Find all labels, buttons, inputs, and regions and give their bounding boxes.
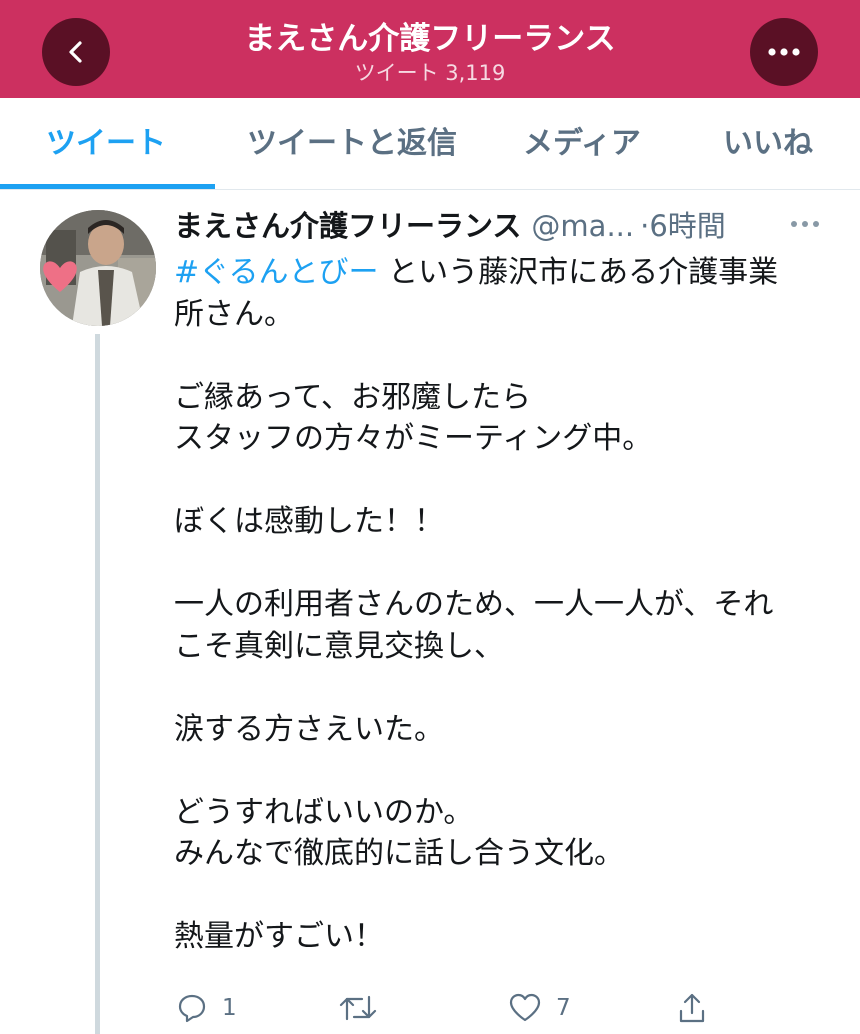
retweet-icon [339,995,377,1021]
tweet-text-line: スタッフの方々がミーティング中。 [174,421,653,456]
profile-header: まえさん介護フリーランス ツイート 3,119 [0,0,860,98]
reply-button[interactable]: 1 [176,990,237,1026]
tweet-text-line: ご縁あって、お邪魔したら [174,379,531,415]
tweet-text-line: という藤沢市にある介護事業 [378,255,779,290]
retweet-button[interactable] [338,990,392,1026]
profile-name-title: まえさん介護フリーランス [244,21,616,57]
reply-icon [178,994,206,1023]
tweet-text-line: 涙する方さえいた。 [174,711,444,747]
tab-likes[interactable]: いいね [723,120,813,168]
tweet-timestamp[interactable]: ·6時間 [640,209,726,243]
reply-count: 1 [222,995,237,1021]
tweet-text-line: みんなで徹底的に話し合う文化。 [174,836,624,871]
like-button[interactable]: 7 [508,990,571,1026]
tab-tweets[interactable]: ツイート [46,120,166,168]
tab-tweets-and-replies[interactable]: ツイートと返信 [247,120,457,168]
tweet-actions: 1 7 [0,986,860,1026]
tweet-text: #ぐるんとびー という藤沢市にある介護事業 所さん。 ご縁あって、お邪魔したら … [174,252,814,999]
tweet-text-line: 一人の利用者さんのため、一人一人が、それ [174,587,774,622]
hashtag-link[interactable]: #ぐるんとびー [174,255,379,290]
tweet-text-line: どうすればいいのか。 [174,794,474,830]
tweet-text-line: 所さん。 [174,296,294,332]
tweet-count: ツイート 3,119 [354,61,506,85]
avatar-photo [40,210,156,326]
more-horizontal-icon [768,48,800,56]
more-button[interactable] [750,18,818,86]
active-tab-indicator [0,184,215,189]
tweet-text-line: 熱量がすごい！ [174,919,384,954]
avatar[interactable] [40,210,156,326]
tweet-author-name[interactable]: まえさん介護フリーランス [174,209,521,243]
heart-icon [509,993,541,1022]
profile-tabs: ツイート ツイートと返信 メディア いいね [0,98,860,190]
share-icon [679,993,705,1023]
tweet-options-button[interactable] [790,214,820,233]
tweet-author-handle[interactable]: @ma... [531,209,634,243]
tab-media[interactable]: メディア [523,120,641,168]
tweet-header: まえさん介護フリーランス @ma... ·6時間 [174,204,726,248]
like-count: 7 [556,995,571,1021]
share-button[interactable] [676,990,708,1026]
tweet-text-line: こそ真剣に意見交換し、 [174,628,504,664]
tweet-text-line: ぼくは感動した！！ [174,504,444,539]
thread-line [95,334,100,1034]
more-horizontal-icon [791,221,819,227]
